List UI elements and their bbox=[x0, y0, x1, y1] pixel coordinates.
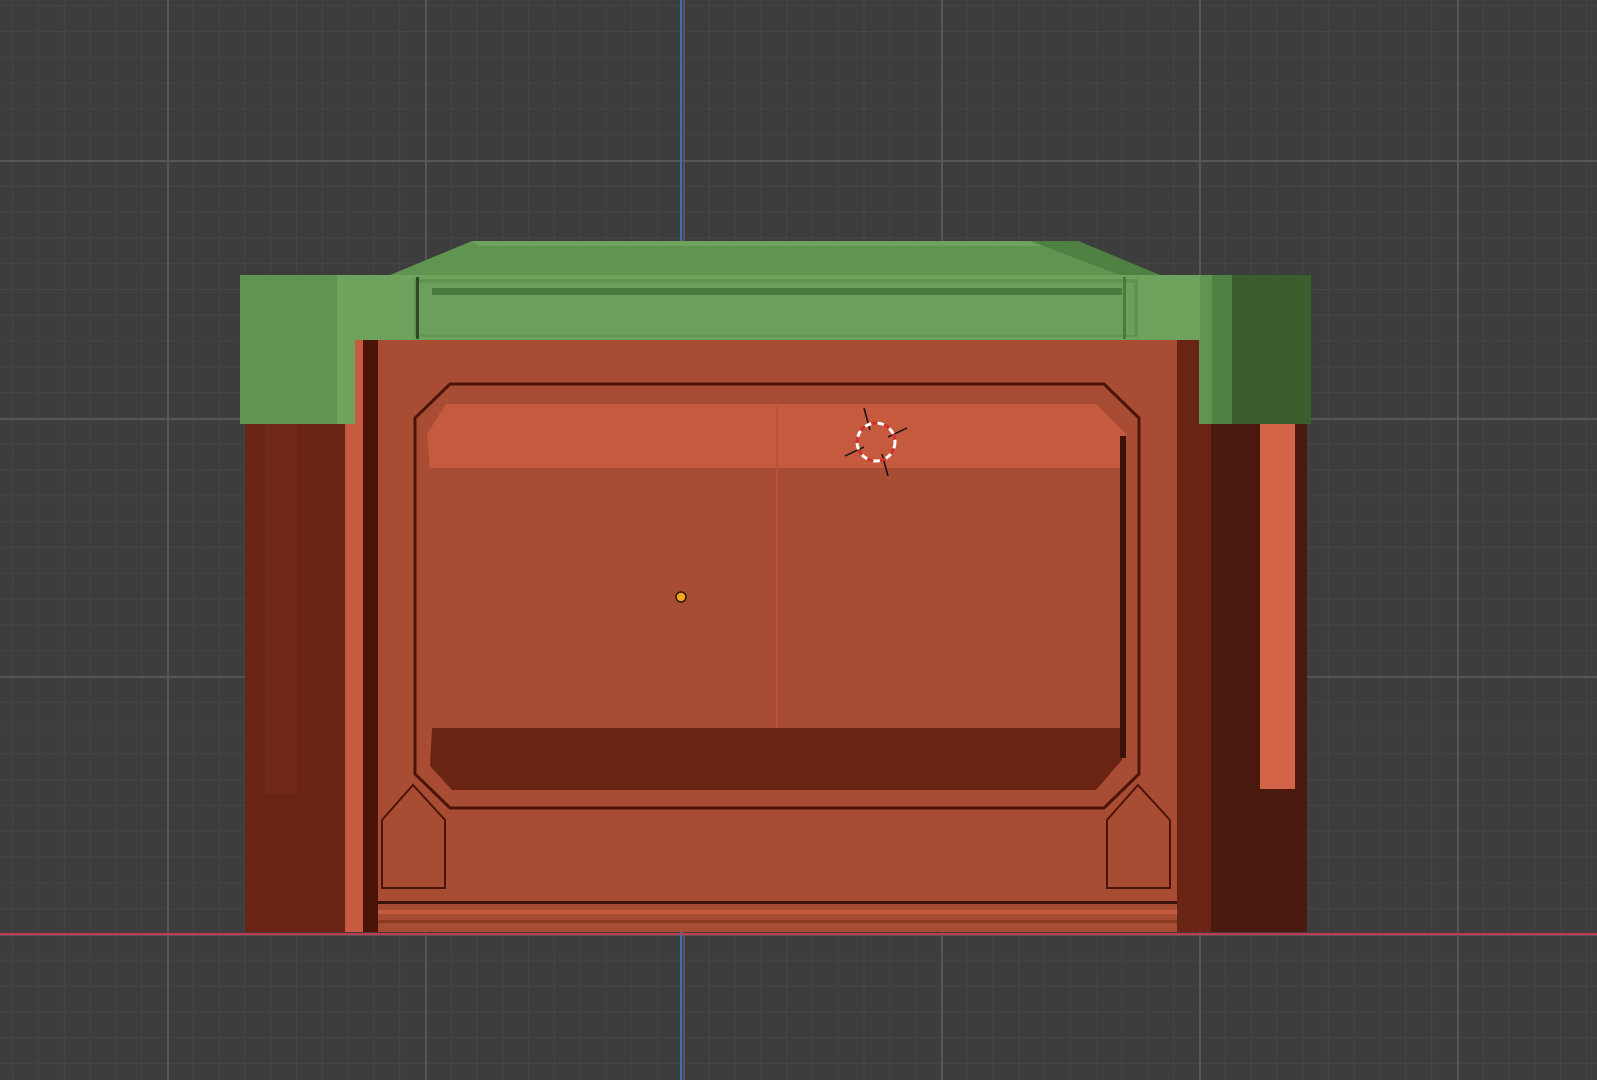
origin-dot-icon[interactable] bbox=[675, 591, 687, 603]
mesh-object-box[interactable] bbox=[240, 241, 1311, 932]
viewport-scene[interactable] bbox=[0, 0, 1597, 1080]
3d-viewport[interactable] bbox=[0, 0, 1597, 1080]
right-post bbox=[1177, 340, 1307, 932]
left-post bbox=[245, 340, 378, 932]
front-panel bbox=[378, 340, 1177, 932]
